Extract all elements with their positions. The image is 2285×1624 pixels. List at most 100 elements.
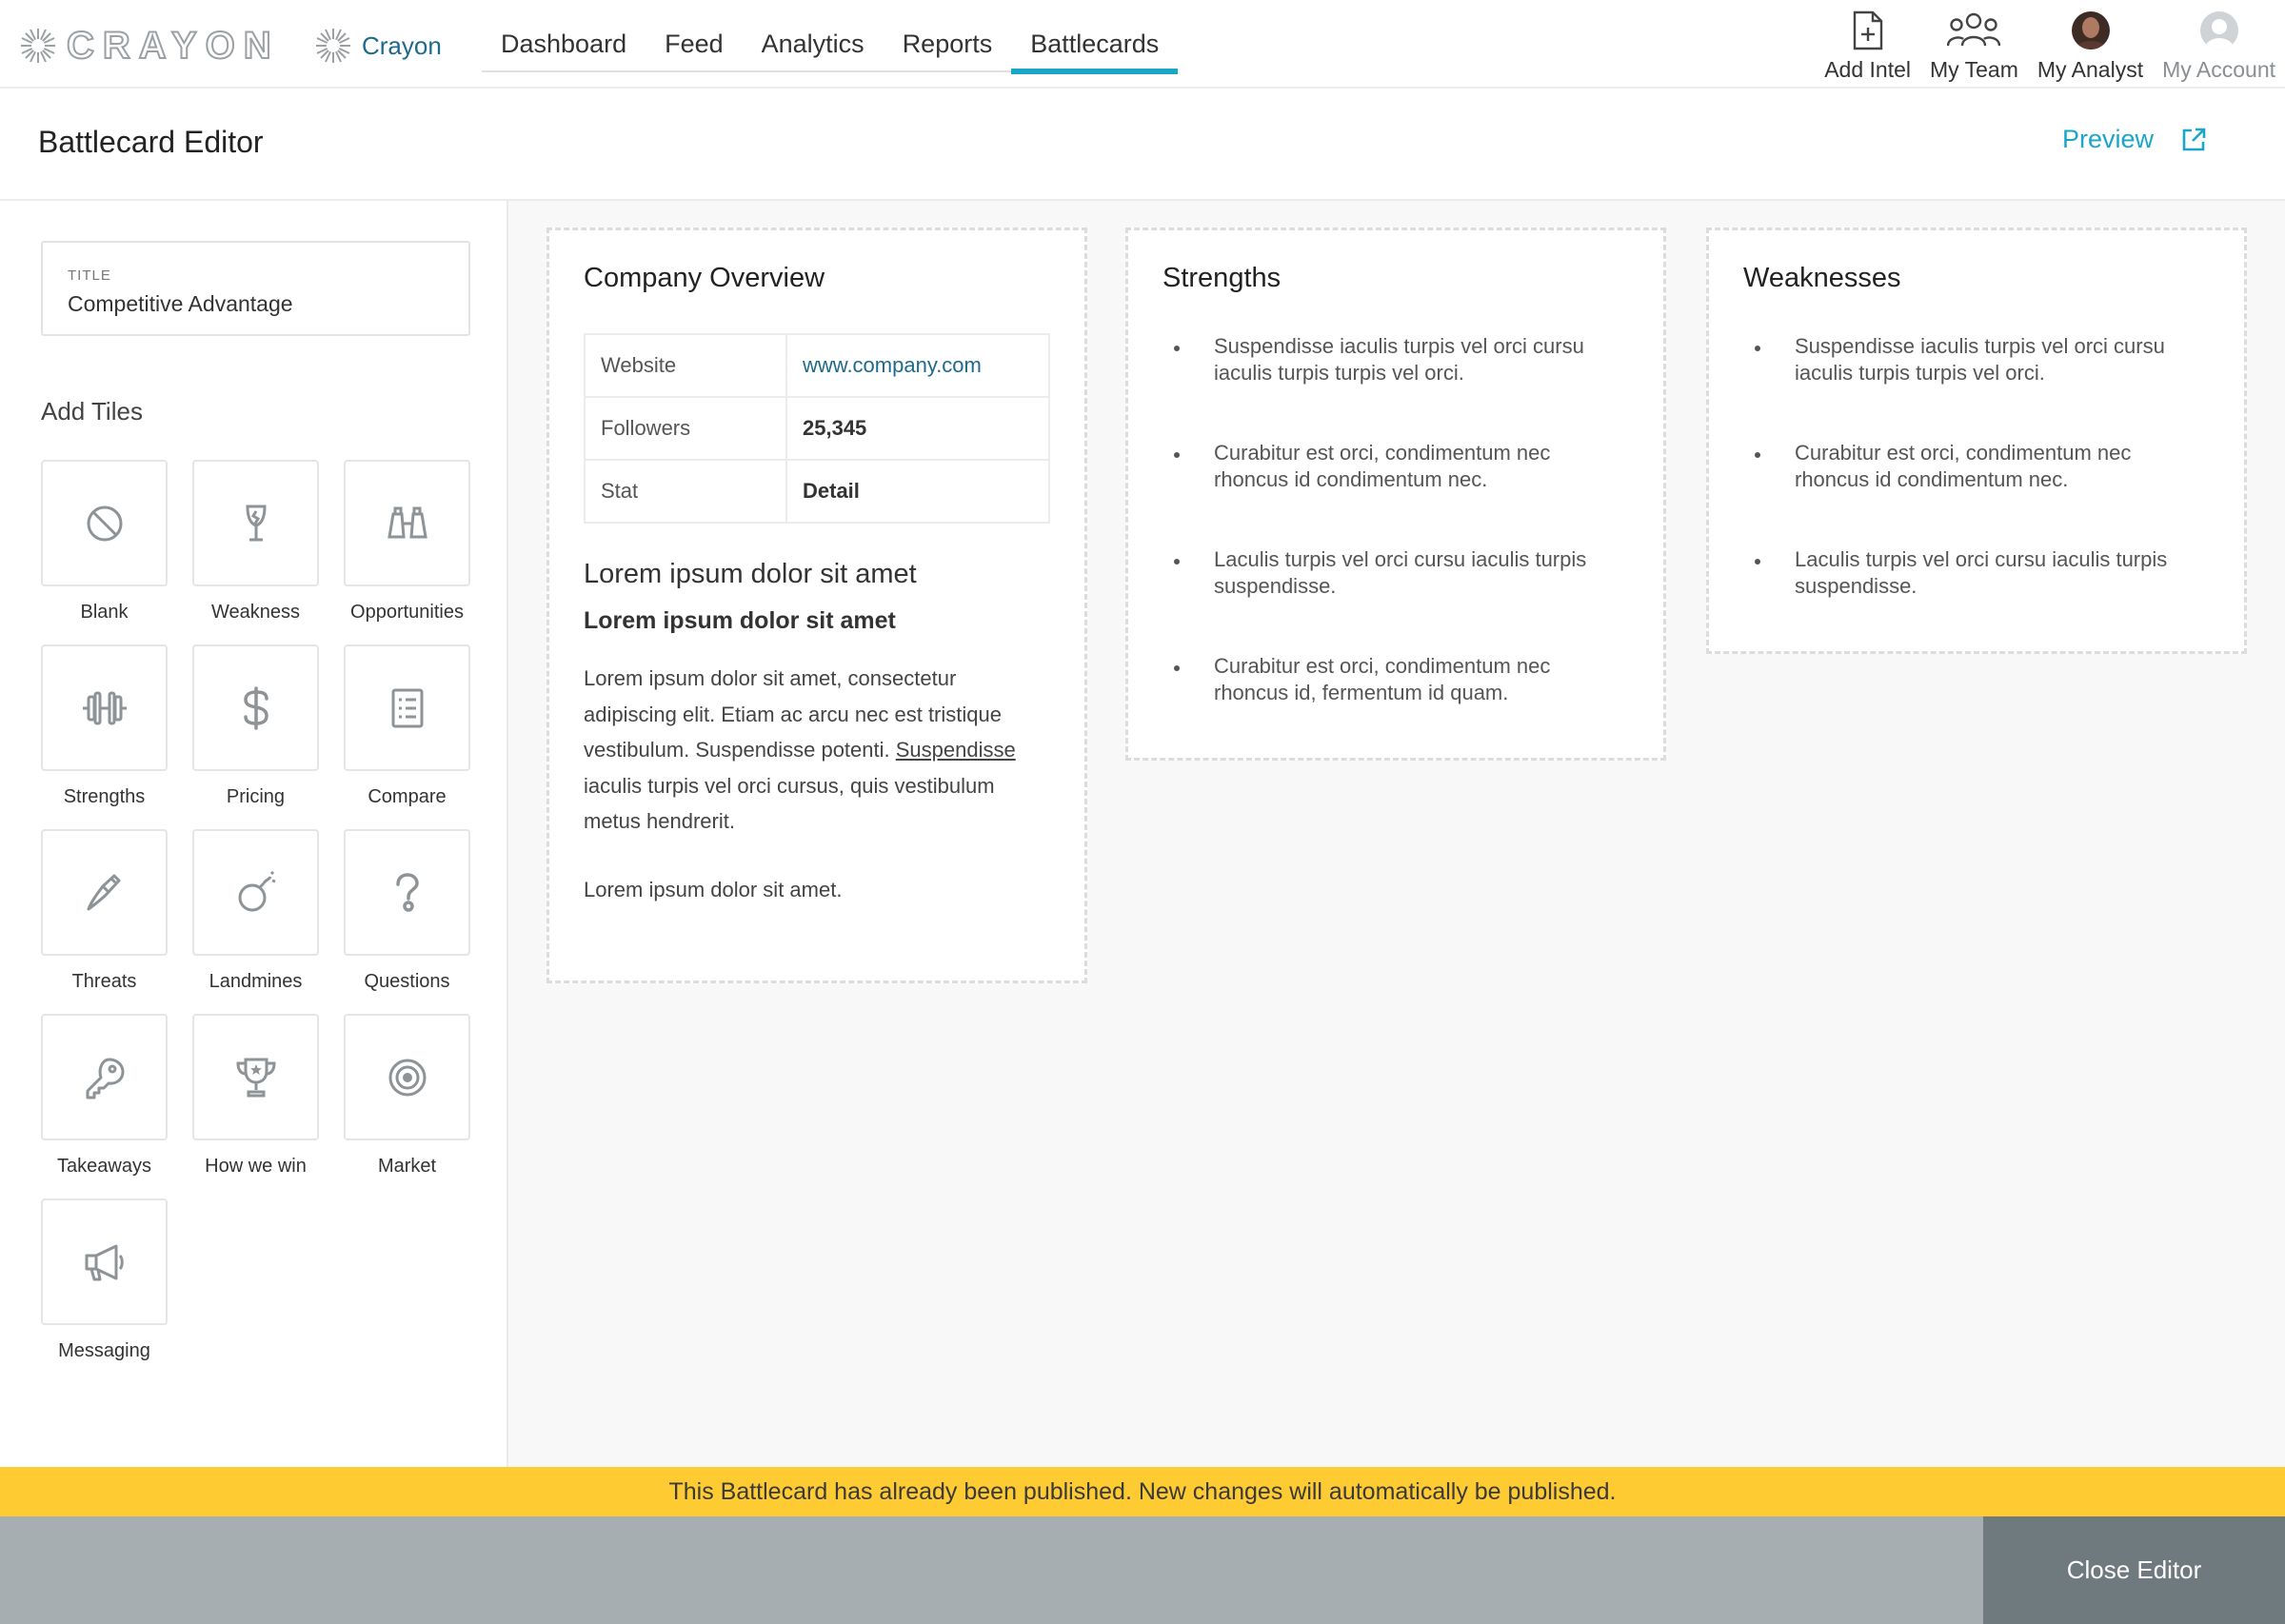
overview-paragraph-2: Lorem ipsum dolor sit amet. [584,878,843,901]
add-intel-label: Add Intel [1824,57,1911,82]
tab-reports[interactable]: Reports [884,0,1012,72]
my-account-label: My Account [2162,57,2275,82]
dumbbell-icon [82,691,127,724]
published-banner: This Battlecard has already been publish… [0,1467,2285,1516]
tile-label: Questions [364,971,450,992]
tile-label: Pricing [226,786,286,807]
tile-grid: Blank Weakness Opportunities Strengths P… [41,460,479,1383]
paragraph-text: iaculis turpis vel orci cursus, quis ves… [584,773,995,834]
dollar-icon [243,685,268,730]
my-analyst-label: My Analyst [2037,57,2144,82]
tile-compare[interactable]: Compare [344,644,470,829]
tile-opportunities[interactable]: Opportunities [344,460,470,644]
tile-weakness[interactable]: Weakness [192,460,319,644]
table-row: Stat Detail [584,459,1050,524]
knife-icon [87,874,120,910]
company-overview-card[interactable]: Company Overview Website www.company.com… [546,228,1087,983]
tile-label: Compare [368,786,447,807]
ban-icon [87,505,122,541]
tab-dashboard[interactable]: Dashboard [482,0,646,72]
list-item: Laculis turpis vel orci cursu iaculis tu… [1162,546,1629,653]
preview-label: Preview [2061,125,2154,153]
tile-label: Weakness [210,602,300,623]
add-document-icon [1853,10,1882,50]
user-nav: Add Intel My Team My Analyst My Account [1815,0,2285,89]
main-nav-tabs: Dashboard Feed Analytics Reports Battlec… [482,0,1179,74]
tile-landmines[interactable]: Landmines [192,829,319,1014]
tile-label: How we win [205,1156,307,1177]
table-row: Followers 25,345 [584,396,1050,461]
paragraph-link[interactable]: Suspendisse [896,738,1016,762]
page-title: Battlecard Editor [38,125,264,159]
list-item: Laculis turpis vel orci cursu iaculis tu… [1743,546,2210,653]
card-title: Strengths [1162,263,1282,293]
table-key: Stat [584,459,787,524]
tiles-sidebar: TITLE Competitive Advantage Add Tiles Bl… [0,201,508,1467]
table-key: Website [584,333,787,398]
title-value[interactable]: Competitive Advantage [68,291,468,317]
overview-heading: Lorem ipsum dolor sit amet [584,559,917,589]
add-tiles-heading: Add Tiles [41,397,143,426]
add-intel-button[interactable]: Add Intel [1824,0,1911,89]
tile-takeaways[interactable]: Takeaways [41,1014,168,1198]
top-nav: CRAYON Crayon Dashboard Feed Analytics R… [0,0,2285,89]
my-account-button[interactable]: My Account [2162,0,2275,89]
tab-battlecards[interactable]: Battlecards [1011,0,1179,74]
crayon-burst-icon [316,29,350,63]
analyst-avatar [2071,11,2110,50]
broken-glass-icon [245,505,267,541]
account-avatar-icon [2199,11,2238,50]
tile-label: Threats [71,971,137,992]
strengths-list: Suspendisse iaculis turpis vel orci curs… [1162,333,1629,760]
workspace-switcher[interactable]: Crayon [314,23,442,69]
list-item: Suspendisse iaculis turpis vel orci curs… [1743,333,2210,440]
website-link[interactable]: www.company.com [785,333,1050,398]
list-item: Curabitur est orci, condimentum nec rhon… [1162,440,1629,546]
weaknesses-card[interactable]: Weaknesses Suspendisse iaculis turpis ve… [1706,228,2247,654]
binoculars-icon [387,506,427,538]
question-icon [395,872,419,912]
close-editor-button[interactable]: Close Editor [1983,1516,2285,1624]
battlecard-canvas: Company Overview Website www.company.com… [508,201,2285,1467]
preview-button[interactable]: Preview [2062,125,2207,154]
tile-label: Takeaways [57,1156,151,1177]
target-icon [388,1059,426,1096]
card-title: Company Overview [584,263,825,293]
tab-analytics[interactable]: Analytics [743,0,884,72]
table-row: Website www.company.com [584,333,1050,398]
list-item: Curabitur est orci, condimentum nec rhon… [1162,653,1629,760]
card-title: Weaknesses [1743,263,1901,293]
tile-questions[interactable]: Questions [344,829,470,1014]
overview-subheading: Lorem ipsum dolor sit amet [584,607,896,634]
strengths-card[interactable]: Strengths Suspendisse iaculis turpis vel… [1125,228,1666,761]
crayon-logo[interactable]: CRAYON [19,23,280,69]
trophy-icon [235,1058,276,1097]
tile-pricing[interactable]: Pricing [192,644,319,829]
editor-footer: Close Editor [0,1516,2285,1624]
team-icon [1947,12,2001,47]
my-team-button[interactable]: My Team [1930,0,2018,89]
tile-label: Strengths [63,786,146,807]
title-caption: TITLE [68,267,111,284]
overview-paragraph: Lorem ipsum dolor sit amet, consectetur … [584,661,1041,840]
tab-feed[interactable]: Feed [646,0,743,72]
external-link-icon [2182,128,2206,150]
list-item: Suspendisse iaculis turpis vel orci curs… [1162,333,1629,440]
tile-label: Market [377,1156,437,1177]
tile-threats[interactable]: Threats [41,829,168,1014]
tile-label: Messaging [58,1340,150,1361]
megaphone-icon [85,1244,124,1280]
tile-messaging[interactable]: Messaging [41,1198,168,1383]
title-field[interactable]: TITLE Competitive Advantage [41,241,470,336]
tile-blank[interactable]: Blank [41,460,168,644]
editor-header: Battlecard Editor Preview [0,89,2285,201]
tile-market[interactable]: Market [344,1014,470,1198]
bomb-icon [238,870,275,911]
tile-strengths[interactable]: Strengths [41,644,168,829]
tile-label: Landmines [209,971,303,992]
workspace-name: Crayon [362,30,442,60]
table-key: Followers [584,396,787,461]
tile-how-we-win[interactable]: How we win [192,1014,319,1198]
my-analyst-button[interactable]: My Analyst [2037,0,2143,89]
crayon-burst-icon [21,29,55,63]
